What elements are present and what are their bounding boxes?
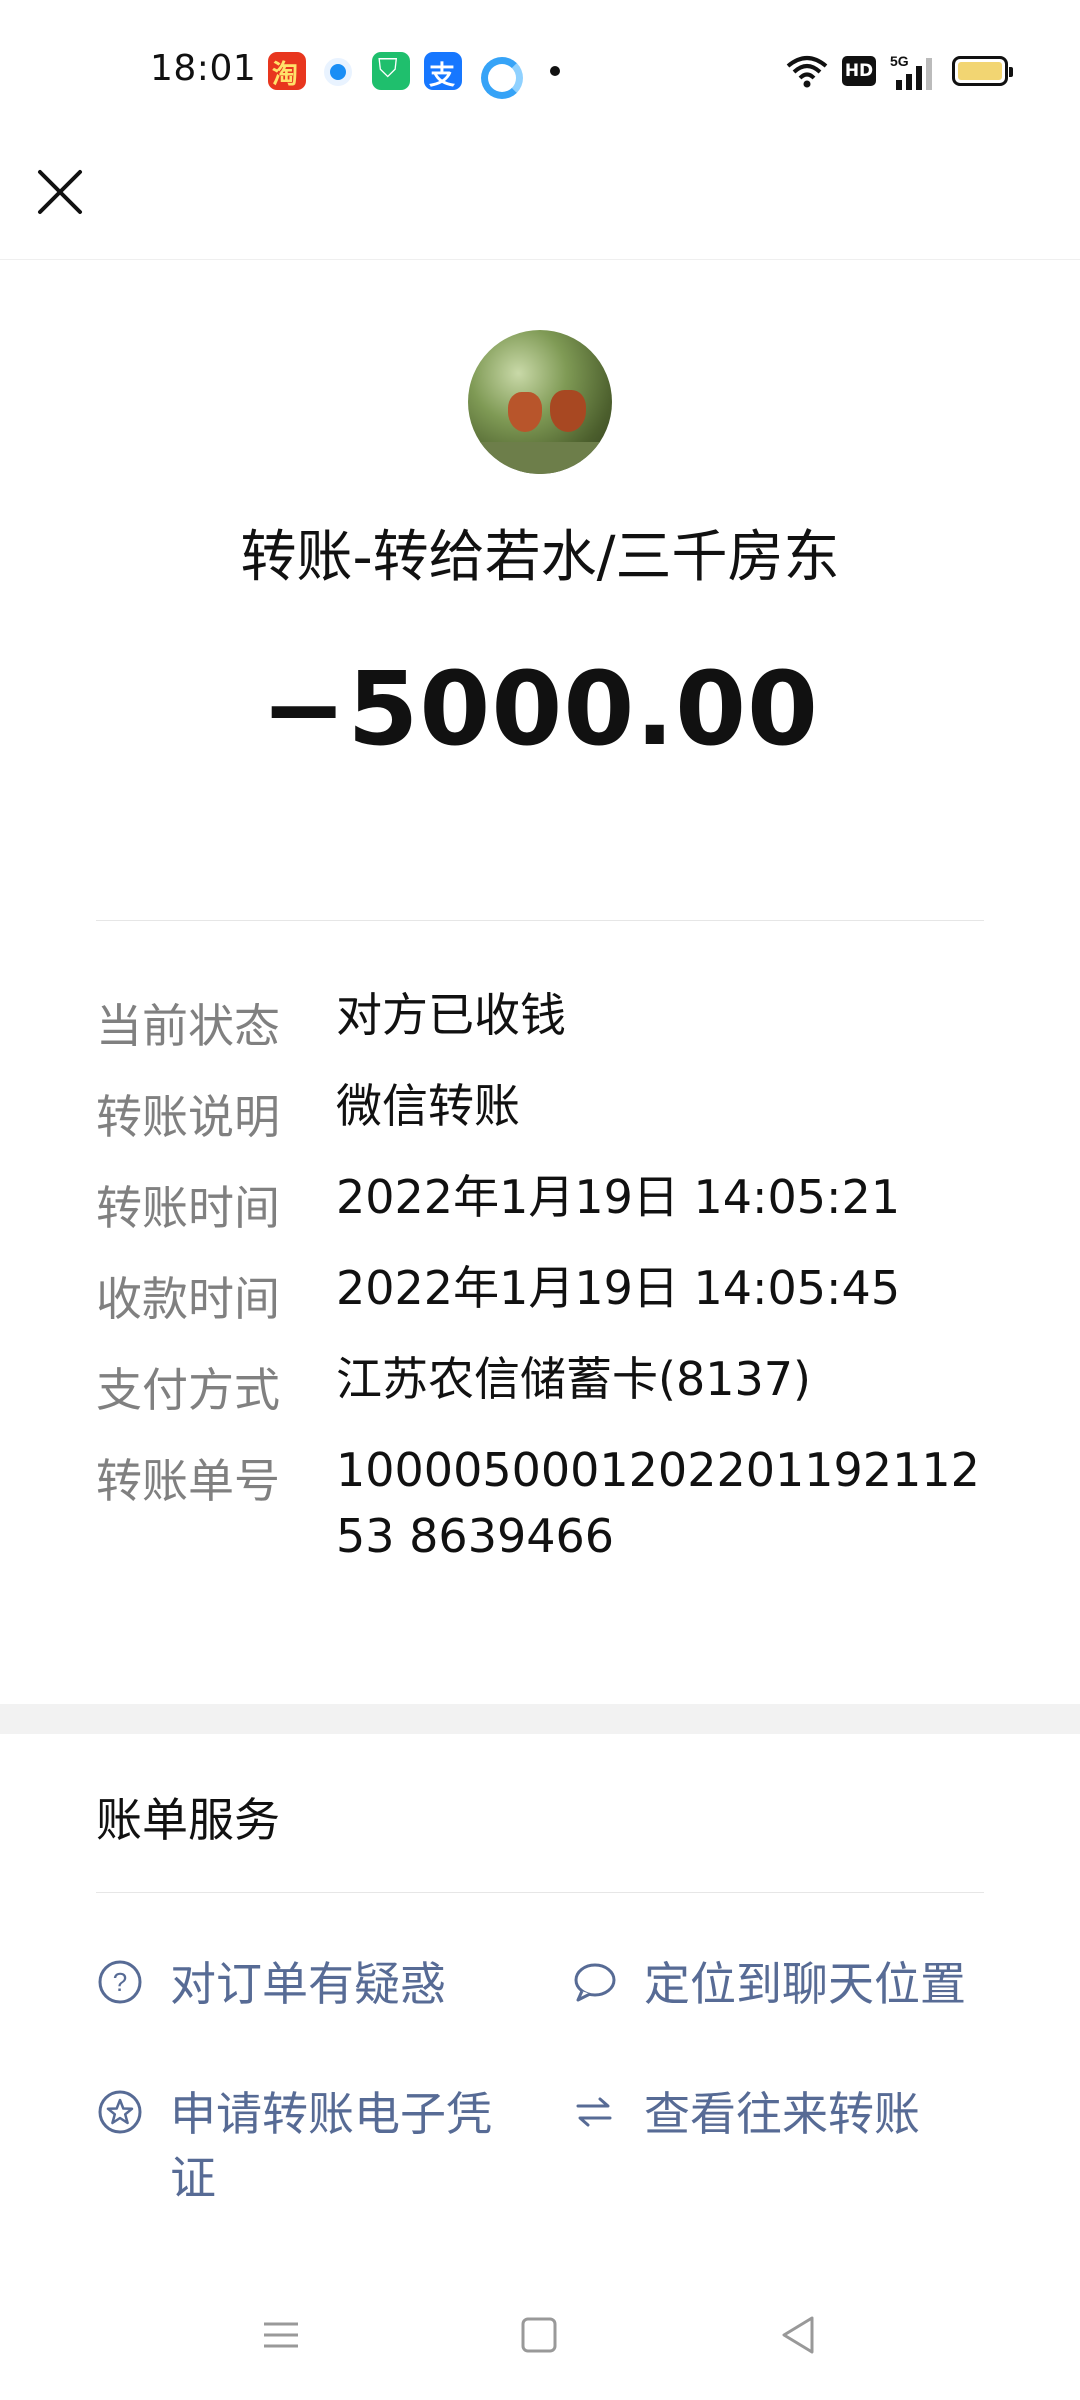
close-icon[interactable]	[30, 160, 90, 220]
top-nav	[0, 140, 1080, 260]
hd-badge: HD	[842, 56, 876, 86]
locate-chat-link[interactable]: 定位到聊天位置	[570, 1952, 1000, 2022]
battery-icon	[952, 56, 1013, 86]
alipay-icon	[424, 52, 462, 92]
question-circle-icon: ?	[98, 1960, 142, 2004]
detail-value: 2022年1月19日 14:05:45	[336, 1261, 901, 1315]
order-question-link[interactable]: ? 对订单有疑惑	[96, 1952, 536, 2022]
signal-5g-icon: 5G	[890, 53, 932, 90]
svg-text:?: ?	[113, 1967, 127, 1997]
chat-bubble-icon	[574, 1963, 616, 2002]
detail-label: 支付方式	[96, 1363, 280, 1417]
detail-label: 转账单号	[96, 1454, 280, 1508]
blue-circle-icon	[324, 58, 352, 86]
transfer-details: 当前状态 对方已收钱 转账说明 微信转账 转账时间 2022年1月19日 14:…	[96, 988, 984, 1585]
transfer-title: 转账-转给若水/三千房东	[240, 525, 840, 590]
detail-value: 对方已收钱	[336, 988, 566, 1042]
action-label: 申请转账电子凭证	[170, 2087, 492, 2205]
status-time: 18:01	[150, 48, 257, 89]
menu-icon[interactable]	[256, 2310, 306, 2360]
divider	[96, 1892, 984, 1893]
detail-label: 转账说明	[96, 1090, 280, 1144]
detail-row-note: 转账说明 微信转账	[96, 1079, 984, 1172]
detail-label: 当前状态	[96, 999, 280, 1053]
green-app-icon	[372, 52, 410, 90]
detail-label: 收款时间	[96, 1272, 280, 1326]
back-icon[interactable]	[774, 2310, 824, 2360]
action-label: 查看往来转账	[644, 2087, 920, 2141]
section-separator	[0, 1704, 1080, 1734]
detail-value: 微信转账	[336, 1079, 520, 1133]
system-nav-bar	[0, 2290, 1080, 2380]
detail-value: 江苏农信储蓄卡(8137)	[336, 1352, 811, 1406]
action-label: 对订单有疑惑	[170, 1957, 446, 2011]
detail-row-transfer-time: 转账时间 2022年1月19日 14:05:21	[96, 1170, 984, 1263]
detail-row-status: 当前状态 对方已收钱	[96, 988, 984, 1081]
detail-row-transaction-id: 转账单号 100005000120220119211253 8639466	[96, 1443, 984, 1585]
wifi-icon	[786, 56, 828, 88]
transfer-amount: −5000.00	[260, 650, 820, 769]
home-icon[interactable]	[514, 2310, 564, 2360]
transaction-id-value[interactable]: 100005000120220119211253 8639466	[336, 1437, 986, 1569]
swap-arrows-icon	[576, 2097, 612, 2127]
svg-text:5G: 5G	[890, 53, 909, 69]
taobao-icon	[268, 52, 306, 91]
apply-receipt-link[interactable]: 申请转账电子凭证	[96, 2082, 536, 2222]
detail-row-receive-time: 收款时间 2022年1月19日 14:05:45	[96, 1261, 984, 1354]
status-bar: 18:01 HD 5G	[0, 0, 1080, 140]
bill-service-title: 账单服务	[96, 1793, 280, 1847]
cloud-icon	[478, 54, 523, 99]
detail-row-payment-method: 支付方式 江苏农信储蓄卡(8137)	[96, 1352, 984, 1445]
detail-label: 转账时间	[96, 1181, 280, 1235]
avatar[interactable]	[468, 330, 612, 474]
star-circle-icon	[98, 2090, 142, 2134]
action-label: 定位到聊天位置	[644, 1957, 966, 2011]
divider	[96, 920, 984, 921]
more-notifications-dot	[550, 66, 560, 76]
detail-value: 2022年1月19日 14:05:21	[336, 1170, 901, 1224]
view-transfers-link[interactable]: 查看往来转账	[570, 2082, 1000, 2152]
